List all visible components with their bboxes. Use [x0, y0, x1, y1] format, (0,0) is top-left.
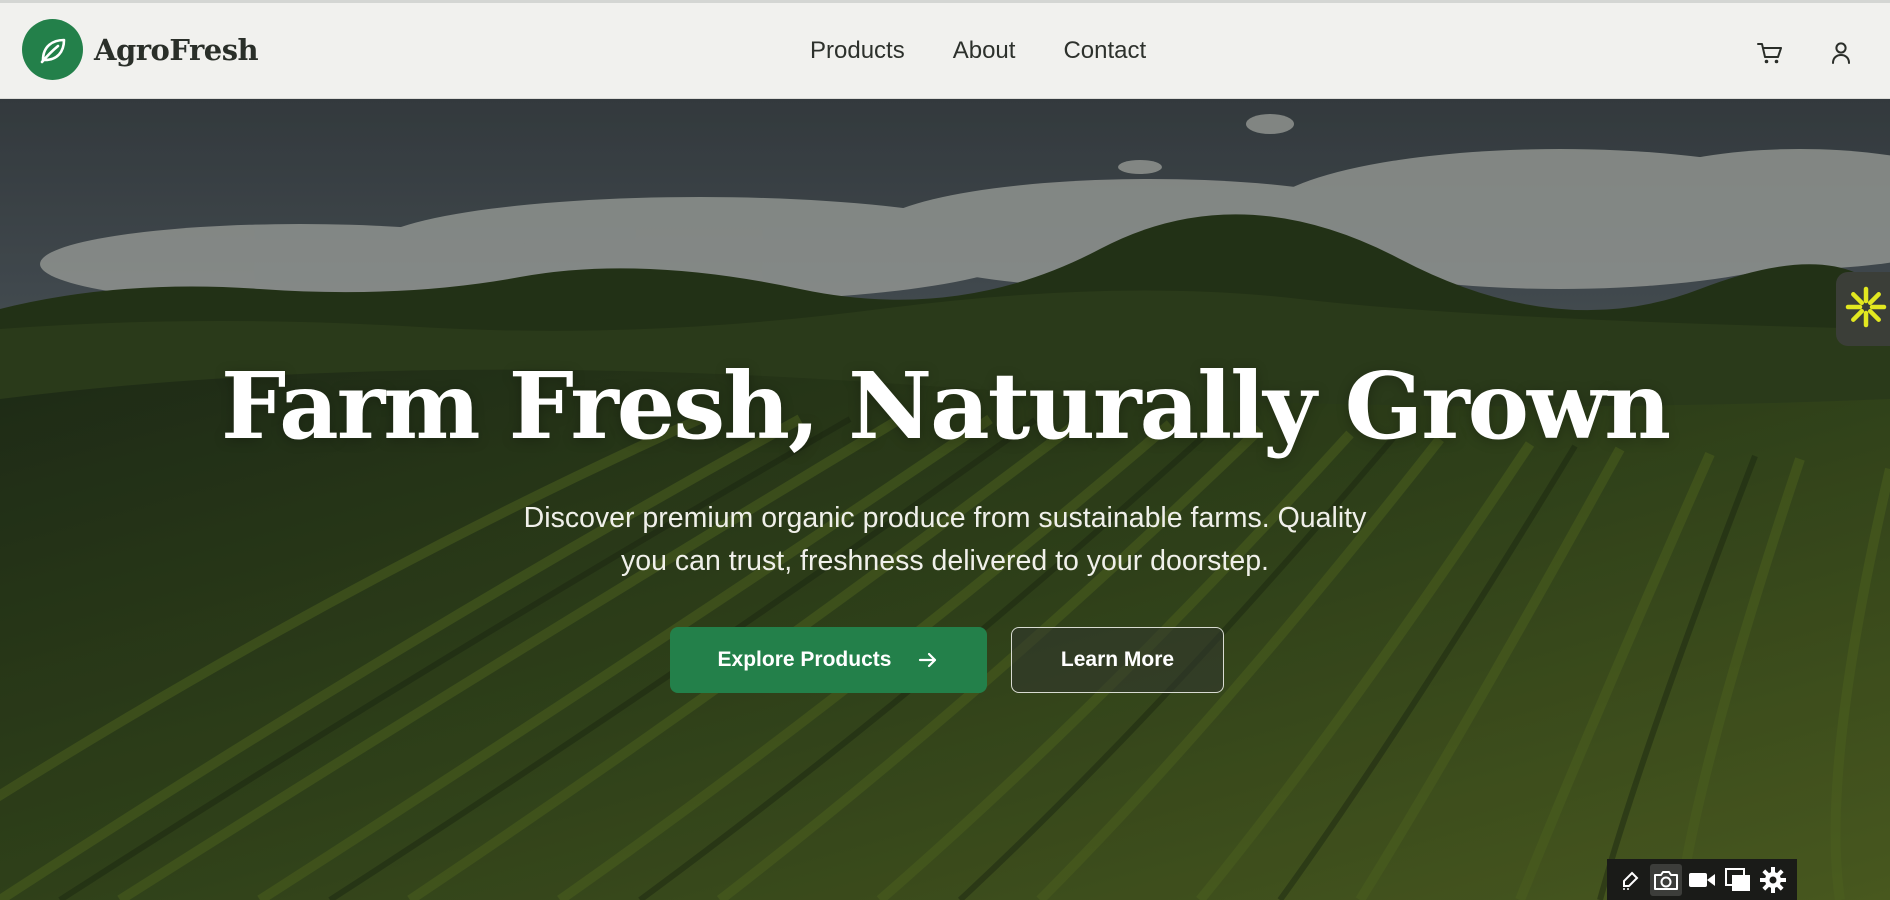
cart-icon[interactable]: [1755, 38, 1785, 68]
site-header: AgroFresh Products About Contact: [0, 0, 1890, 99]
nav-link-products[interactable]: Products: [810, 37, 905, 65]
nav-link-about[interactable]: About: [953, 37, 1016, 65]
capture-toolbar: [1607, 859, 1797, 900]
video-icon[interactable]: [1686, 864, 1718, 896]
hero-subtitle: Discover premium organic produce from su…: [445, 497, 1445, 583]
hero-subtitle-line-1: Discover premium organic produce from su…: [523, 502, 1367, 534]
learn-more-label: Learn More: [1060, 648, 1175, 671]
gear-icon[interactable]: [1757, 864, 1789, 896]
user-icon[interactable]: [1826, 38, 1856, 68]
leaf-icon: [22, 19, 83, 80]
brand-name: AgroFresh: [94, 32, 259, 67]
sparkle-icon: [1845, 286, 1887, 332]
explore-products-button[interactable]: Explore Products: [670, 627, 987, 693]
edit-icon[interactable]: [1615, 864, 1647, 896]
main-nav: Products About Contact: [810, 37, 1146, 65]
hero-section: Farm Fresh, Naturally Grown Discover pre…: [0, 99, 1890, 900]
learn-more-button[interactable]: Learn More: [1011, 627, 1224, 693]
brand-logo[interactable]: AgroFresh: [22, 19, 259, 80]
arrow-right-icon: [917, 649, 939, 671]
camera-icon[interactable]: [1650, 863, 1683, 896]
nav-link-contact[interactable]: Contact: [1063, 37, 1146, 65]
explore-products-label: Explore Products: [717, 648, 892, 671]
side-widget-tab[interactable]: [1836, 272, 1890, 346]
hero-title: Farm Fresh, Naturally Grown: [220, 352, 1671, 460]
copy-icon[interactable]: [1722, 864, 1754, 896]
hero-subtitle-line-2: you can trust, freshness delivered to yo…: [621, 545, 1269, 577]
